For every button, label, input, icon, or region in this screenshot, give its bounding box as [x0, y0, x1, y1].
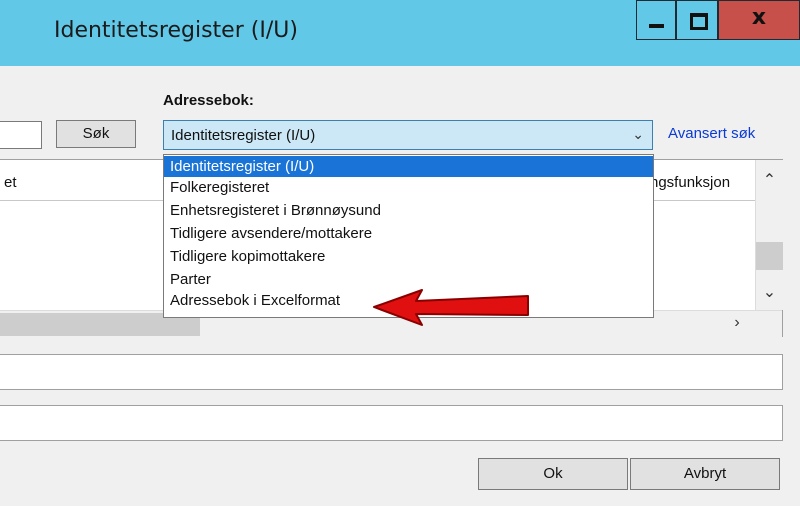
- address-book-select[interactable]: Identitetsregister (I/U) ⌄: [163, 120, 653, 150]
- scroll-down-icon[interactable]: ⌄: [756, 282, 783, 302]
- maximize-button[interactable]: [676, 0, 718, 40]
- minimize-icon: [649, 24, 664, 28]
- dropdown-option[interactable]: Folkeregisteret: [164, 177, 653, 198]
- dropdown-option[interactable]: Tidligere avsendere/mottakere: [164, 223, 653, 244]
- ok-button[interactable]: Ok: [478, 458, 628, 490]
- column-header[interactable]: et: [4, 174, 17, 191]
- chevron-down-icon[interactable]: ⌄: [632, 126, 644, 143]
- scroll-right-icon[interactable]: ›: [722, 314, 752, 332]
- address-book-label: Adressebok:: [163, 92, 254, 109]
- minimize-button[interactable]: [636, 0, 676, 40]
- scrollbar-thumb[interactable]: [756, 242, 783, 270]
- scroll-up-icon[interactable]: ⌃: [756, 170, 783, 190]
- maximize-icon: [690, 13, 708, 30]
- column-header[interactable]: ngsfunksjon: [650, 174, 730, 191]
- close-icon: x: [751, 5, 767, 30]
- address-book-selected-value: Identitetsregister (I/U): [171, 127, 316, 144]
- dropdown-option[interactable]: Enhetsregisteret i Brønnøysund: [164, 200, 653, 221]
- text-field[interactable]: [0, 405, 783, 441]
- annotation-arrow-icon: [373, 289, 529, 326]
- dropdown-option[interactable]: Tidligere kopimottakere: [164, 246, 653, 267]
- window-title: Identitetsregister (I/U): [54, 18, 298, 43]
- search-input[interactable]: [0, 121, 42, 149]
- text-field[interactable]: [0, 354, 783, 390]
- vertical-scrollbar[interactable]: ⌃ ⌄: [755, 160, 783, 310]
- advanced-search-link[interactable]: Avansert søk: [668, 125, 755, 142]
- cancel-button[interactable]: Avbryt: [630, 458, 780, 490]
- dropdown-option[interactable]: Identitetsregister (I/U): [164, 156, 653, 177]
- search-button[interactable]: Søk: [56, 120, 136, 148]
- close-button[interactable]: x: [718, 0, 800, 40]
